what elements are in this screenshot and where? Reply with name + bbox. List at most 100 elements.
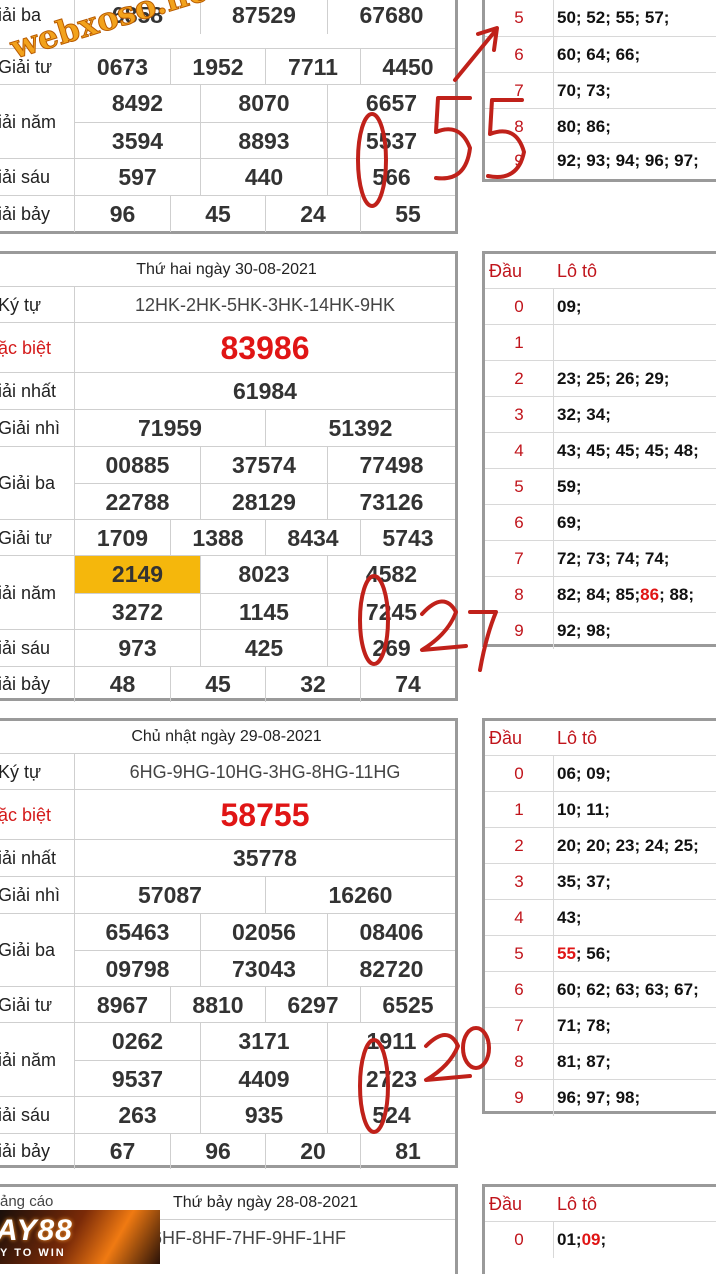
result-table-30-08-2021: Thứ hai ngày 30-08-2021 Ký tự 12HK-2HK-5… (0, 251, 458, 702)
row-label: iải bảy (0, 1134, 75, 1169)
kytu-code: 6HG-9HG-10HG-3HG-8HG-11HG (129, 761, 401, 782)
loto-head-digit: 1 (485, 325, 554, 361)
row-label: iải năm (0, 1023, 75, 1097)
prize-number: 73126 (327, 483, 455, 520)
prize-number: 87529 (200, 0, 327, 34)
loto-values: 60; 64; 66; (557, 45, 641, 64)
prize-number: 0673 (96, 53, 149, 80)
prize-number: 09798 (75, 950, 200, 987)
loto-hit-value: 86 (640, 585, 660, 604)
loto-table-28-08-2021: Đầu Lô tô 0 01; 09; (482, 1184, 716, 1274)
loto-head-digit: 5 (485, 0, 554, 36)
loto-head-digit: 3 (485, 864, 554, 900)
prize-number: 82720 (327, 950, 455, 987)
loto-hit-value: 55 (557, 944, 576, 963)
prize-number-highlighted: 2149 (75, 556, 200, 593)
row-label: Giải ba (0, 914, 75, 987)
row-label-special: ặc biệt (0, 323, 75, 373)
loto-head-digit: 9 (485, 1080, 554, 1116)
loto-head-digit: 0 (485, 1222, 554, 1258)
loto-values: 43; 45; 45; 45; 48; (557, 441, 699, 460)
loto-values: 92; 93; 94; 96; 97; (557, 151, 699, 170)
loto-head-digit: 6 (485, 972, 554, 1008)
draw-date: Thứ hai ngày 30-08-2021 (136, 261, 317, 278)
loto-head-digit: 6 (485, 37, 554, 73)
prize-number: 269 (327, 630, 455, 667)
loto-values-label: Lô tô (557, 1194, 598, 1214)
loto-values: 43; (557, 908, 582, 927)
prize-number: 24 (265, 196, 360, 232)
prize-number: 16260 (265, 877, 455, 914)
loto-values: 50; 52; 55; 57; (557, 8, 670, 27)
special-prize: 58755 (220, 796, 310, 833)
prize-number: 566 (327, 159, 455, 196)
prize-number: 1388 (170, 520, 265, 556)
row-label: iải nhất (0, 840, 75, 877)
special-prize: 83986 (220, 329, 310, 366)
prize-number: 8070 (200, 85, 327, 122)
prize-number: 1709 (96, 524, 149, 551)
prize-number: 524 (327, 1097, 455, 1134)
prize-number: 22788 (75, 483, 200, 520)
loto-head-digit: 9 (485, 143, 554, 179)
loto-values: 60; 62; 63; 63; 67; (557, 980, 699, 999)
prize-number: 6657 (327, 85, 455, 122)
loto-values (557, 325, 716, 361)
loto-head-digit: 0 (485, 289, 554, 325)
loto-values: 69; (557, 513, 582, 532)
prize-number: 7711 (265, 49, 360, 85)
row-label: Giải ba (0, 447, 75, 520)
prize-number: 4409 (200, 1060, 327, 1097)
loto-head-digit: 9 (485, 613, 554, 649)
result-table-29-08-2021: Chủ nhật ngày 29-08-2021 Ký tự 6HG-9HG-1… (0, 718, 458, 1169)
loto-head-digit: 5 (485, 936, 554, 972)
prize-number: 8810 (170, 987, 265, 1023)
prize-number: 263 (118, 1102, 157, 1128)
prize-number: 65463 (105, 918, 170, 945)
loto-head-digit: 7 (485, 73, 554, 109)
prize-number: 5537 (327, 122, 455, 159)
loto-values: 55; 56; (557, 944, 611, 963)
prize-number: 0262 (111, 1028, 164, 1054)
loto-head-digit: 2 (485, 361, 554, 397)
kytu-code: 12HK-2HK-5HK-3HK-14HK-9HK (134, 294, 396, 315)
row-label: iải sáu (0, 630, 75, 667)
row-label: Giải nhì (0, 410, 75, 447)
loto-values: 35; 37; (557, 872, 611, 891)
row-label: Giải tư (0, 520, 75, 556)
loto-values: 09; (557, 297, 582, 316)
prize-number: 7245 (327, 593, 455, 630)
prize-number: 3171 (200, 1023, 327, 1060)
prize-number: 77498 (327, 447, 455, 483)
loto-head-digit: 7 (485, 541, 554, 577)
prize-number: 57087 (138, 882, 202, 908)
prize-number: 5743 (360, 520, 455, 556)
prize-number: 6525 (360, 987, 455, 1023)
loto-values: 81; 87; (557, 1052, 611, 1071)
ad-banner[interactable]: AY88 Y TO WIN (0, 1210, 160, 1264)
loto-hit-value: 09 (581, 1230, 601, 1249)
loto-values: 72; 73; 74; 74; (557, 549, 670, 568)
prize-number: 973 (118, 635, 157, 661)
loto-values: 92; 98; (557, 621, 611, 640)
row-label-kytu: Ký tự (0, 287, 75, 323)
loto-head-digit: 7 (485, 1008, 554, 1044)
prize-number: 440 (200, 159, 327, 196)
loto-values: 10; 11; (557, 800, 610, 819)
row-label: Giải tư (0, 987, 75, 1023)
loto-head-digit: 5 (485, 469, 554, 505)
loto-table-30-08-2021: Đầu Lô tô 0 09; 1 2 23; 25; 26; 29; 3 32; 34… (482, 251, 716, 649)
loto-values: 20; 20; 23; 24; 25; (557, 836, 699, 855)
prize-number: 32 (265, 667, 360, 702)
prize-number: 1952 (170, 49, 265, 85)
prize-number: 8023 (200, 556, 327, 593)
loto-head-digit: 3 (485, 397, 554, 433)
loto-head-label: Đầu (489, 261, 523, 281)
row-label-special: ặc biệt (0, 790, 75, 840)
loto-head-digit: 8 (485, 109, 554, 145)
prize-number: 20 (265, 1134, 360, 1169)
prize-number: 71959 (138, 415, 202, 441)
first-prize: 61984 (233, 378, 297, 404)
first-prize: 35778 (233, 845, 297, 871)
loto-values: 23; 25; 26; 29; (557, 369, 670, 388)
